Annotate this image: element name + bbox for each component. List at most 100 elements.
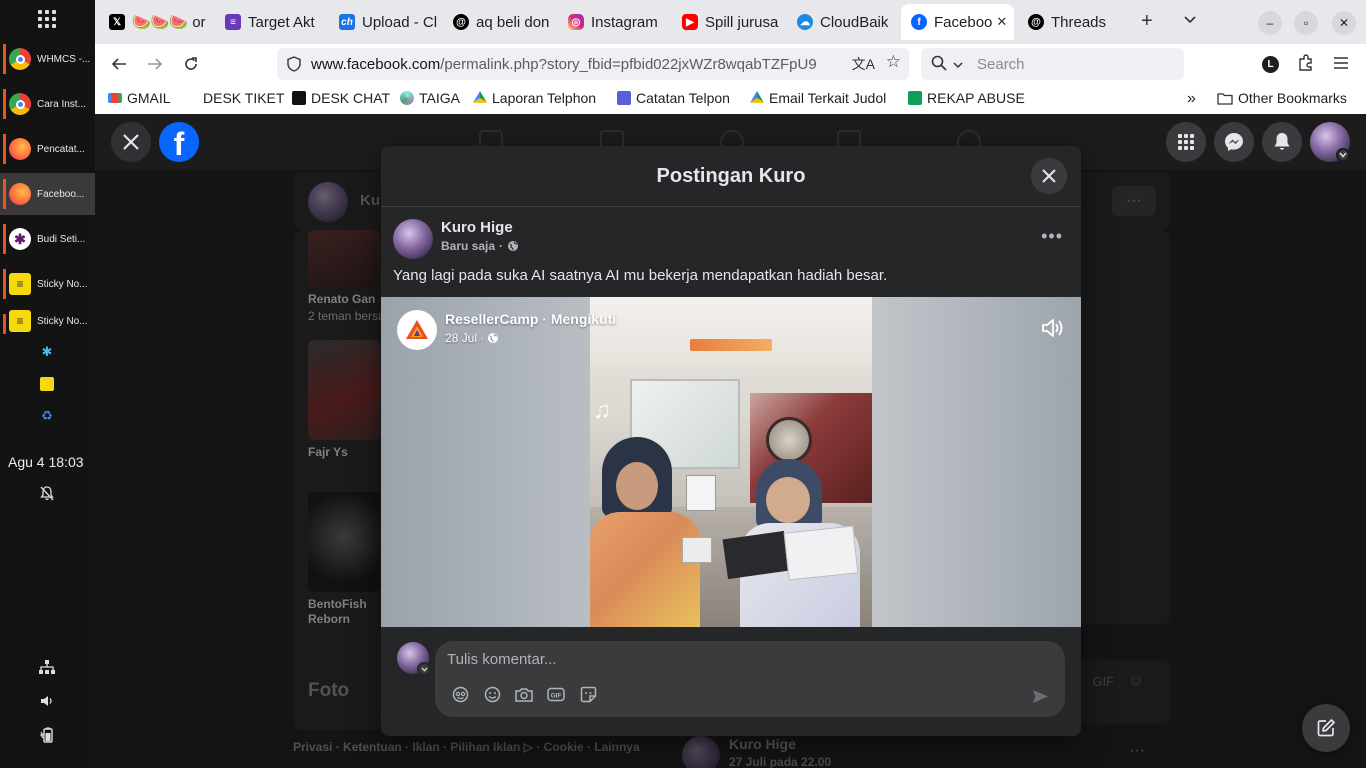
friend-name[interactable]: Renato Gan: [308, 292, 375, 306]
friend-photo[interactable]: [308, 340, 380, 440]
tab-threads[interactable]: @ Threads: [1018, 4, 1126, 40]
folder-icon: [1217, 92, 1233, 105]
close-tab-icon[interactable]: ✕: [996, 14, 1007, 30]
sticker-icon[interactable]: [579, 685, 597, 703]
shared-post-date[interactable]: 28 Jul ·: [445, 331, 499, 345]
tab-x[interactable]: 𝕏 🍉🍉🍉 or: [99, 4, 211, 40]
friend-name[interactable]: BentoFish Reborn: [308, 597, 378, 627]
translate-icon[interactable]: 文A: [847, 54, 875, 74]
sticky-notes-tray-icon[interactable]: [38, 375, 56, 393]
slack-tray-icon[interactable]: ✱: [38, 343, 56, 361]
gif-icon[interactable]: GIF: [547, 685, 565, 703]
tab-aq-beli[interactable]: @ aq beli don: [443, 4, 555, 40]
more-options-icon[interactable]: ···: [1129, 742, 1145, 760]
desk-chat-icon: [292, 91, 306, 105]
taskbar-item-whmcs[interactable]: WHMCS -...: [0, 38, 95, 80]
chevron-down-icon[interactable]: [953, 57, 963, 74]
comment-input[interactable]: [447, 649, 1047, 669]
tab-label: Spill jurusa: [705, 13, 779, 31]
show-apps-icon[interactable]: [38, 10, 56, 28]
new-tab-button[interactable]: +: [1141, 10, 1153, 33]
notifications-muted-icon[interactable]: [38, 484, 56, 502]
bookmark-star-icon[interactable]: ☆: [886, 52, 901, 72]
post-options-icon[interactable]: •••: [1041, 226, 1063, 247]
tab-target-akt[interactable]: ≡ Target Akt: [215, 4, 325, 40]
bookmark-laporan-telphon[interactable]: Laporan Telphon: [473, 90, 596, 106]
taskbar-item-sticky-notes-1[interactable]: ≡ Sticky No...: [0, 263, 95, 305]
camera-icon[interactable]: [515, 685, 533, 703]
next-post-author[interactable]: Kuro Hige: [729, 736, 796, 752]
background-author-name: Ku: [360, 192, 380, 209]
friend-photo[interactable]: [308, 492, 380, 592]
sync-tray-icon[interactable]: ♻: [38, 407, 56, 425]
new-message-button[interactable]: [1302, 704, 1350, 752]
battery-icon[interactable]: [38, 726, 56, 744]
bookmark-gmail[interactable]: GMAIL: [108, 90, 171, 106]
author-avatar[interactable]: [393, 219, 433, 259]
forward-button[interactable]: [143, 52, 167, 76]
notifications-button[interactable]: [1262, 122, 1302, 162]
send-icon[interactable]: [1031, 687, 1049, 705]
volume-icon[interactable]: [1041, 317, 1065, 339]
chrome-icon: [9, 93, 31, 115]
tab-cloudbaik[interactable]: ☁ CloudBaik: [787, 4, 897, 40]
more-options-icon[interactable]: ···: [1112, 186, 1156, 216]
taskbar-item-facebook[interactable]: Faceboo...: [0, 173, 95, 215]
list-tabs-button[interactable]: [1183, 12, 1197, 29]
post-author-name[interactable]: Kuro Hige: [441, 219, 513, 236]
network-icon[interactable]: [38, 658, 56, 676]
bookmark-email-terkait-judol[interactable]: Email Terkait Judol: [750, 90, 886, 106]
bookmark-rekap-abuse[interactable]: REKAP ABUSE: [908, 90, 1025, 106]
taskbar-item-budi[interactable]: ✱ Budi Seti...: [0, 218, 95, 260]
bookmark-desk-tiket[interactable]: DESK TIKET: [203, 90, 284, 106]
minimize-button[interactable]: –: [1258, 11, 1282, 35]
tab-instagram[interactable]: ◎ Instagram: [558, 4, 668, 40]
chevron-down-icon[interactable]: [417, 662, 431, 676]
comment-box: GIF: [435, 641, 1065, 717]
emoji-icon[interactable]: [483, 685, 501, 703]
page-avatar[interactable]: [397, 310, 437, 350]
other-bookmarks[interactable]: Other Bookmarks: [1217, 90, 1347, 106]
footer-links[interactable]: Privasi · Ketentuan · Iklan · Pilihan Ik…: [293, 740, 640, 754]
friend-photo[interactable]: [308, 230, 380, 288]
post-timestamp[interactable]: Baru saja ·: [441, 239, 519, 253]
sticker-icon[interactable]: ☺: [1128, 672, 1144, 690]
friend-name[interactable]: Fajr Ys: [308, 445, 348, 459]
more-bookmarks-icon[interactable]: »: [1187, 90, 1196, 108]
bookmark-desk-chat[interactable]: DESK CHAT: [292, 90, 390, 106]
shared-page-name[interactable]: ResellerCamp · Mengikuti: [445, 311, 616, 327]
tab-facebook[interactable]: f Faceboo ✕: [901, 4, 1014, 40]
avatar-sticker-icon[interactable]: [451, 685, 469, 703]
close-viewer-button[interactable]: [111, 122, 151, 162]
bookmark-catatan-telpon[interactable]: Catatan Telpon: [617, 90, 730, 106]
back-button[interactable]: [107, 52, 131, 76]
reload-button[interactable]: [179, 52, 203, 76]
taskbar-item-sticky-notes-2[interactable]: ≡ Sticky No...: [0, 308, 95, 334]
menu-icon[interactable]: [1333, 55, 1349, 74]
dialog-header: Postingan Kuro: [381, 146, 1081, 207]
taskbar-label: Pencatat...: [37, 143, 85, 155]
site-info-icon[interactable]: [287, 56, 301, 72]
volume-icon[interactable]: [38, 692, 56, 710]
close-dialog-button[interactable]: [1031, 158, 1067, 194]
close-window-button[interactable]: ✕: [1332, 11, 1356, 35]
profile-avatar[interactable]: L: [1262, 56, 1279, 73]
taskbar-item-cara-inst[interactable]: Cara Inst...: [0, 83, 95, 125]
tab-spill-jurusan[interactable]: ▶ Spill jurusa: [672, 4, 780, 40]
next-post-date[interactable]: 27 Juli pada 22.00: [729, 755, 831, 768]
tab-upload[interactable]: ch Upload - Cl: [329, 4, 439, 40]
chevron-down-icon[interactable]: [1336, 148, 1350, 162]
shared-video[interactable]: ♫ ResellerCamp · Mengikuti 28 Jul ·: [381, 297, 1081, 627]
url-bar[interactable]: www.facebook.com/permalink.php?story_fbi…: [277, 48, 909, 80]
restore-button[interactable]: ▫: [1294, 11, 1318, 35]
taskbar-item-pencatat[interactable]: Pencatat...: [0, 128, 95, 170]
facebook-icon: f: [911, 14, 927, 30]
search-box[interactable]: Search: [921, 48, 1184, 80]
clock[interactable]: Agu 4 18:03: [8, 454, 84, 470]
facebook-logo[interactable]: f: [159, 122, 199, 162]
messenger-button[interactable]: [1214, 122, 1254, 162]
gif-icon[interactable]: GIF: [1092, 674, 1114, 689]
bookmark-taiga[interactable]: TAIGA: [400, 90, 460, 106]
extensions-icon[interactable]: [1297, 54, 1315, 77]
menu-grid-button[interactable]: [1166, 122, 1206, 162]
